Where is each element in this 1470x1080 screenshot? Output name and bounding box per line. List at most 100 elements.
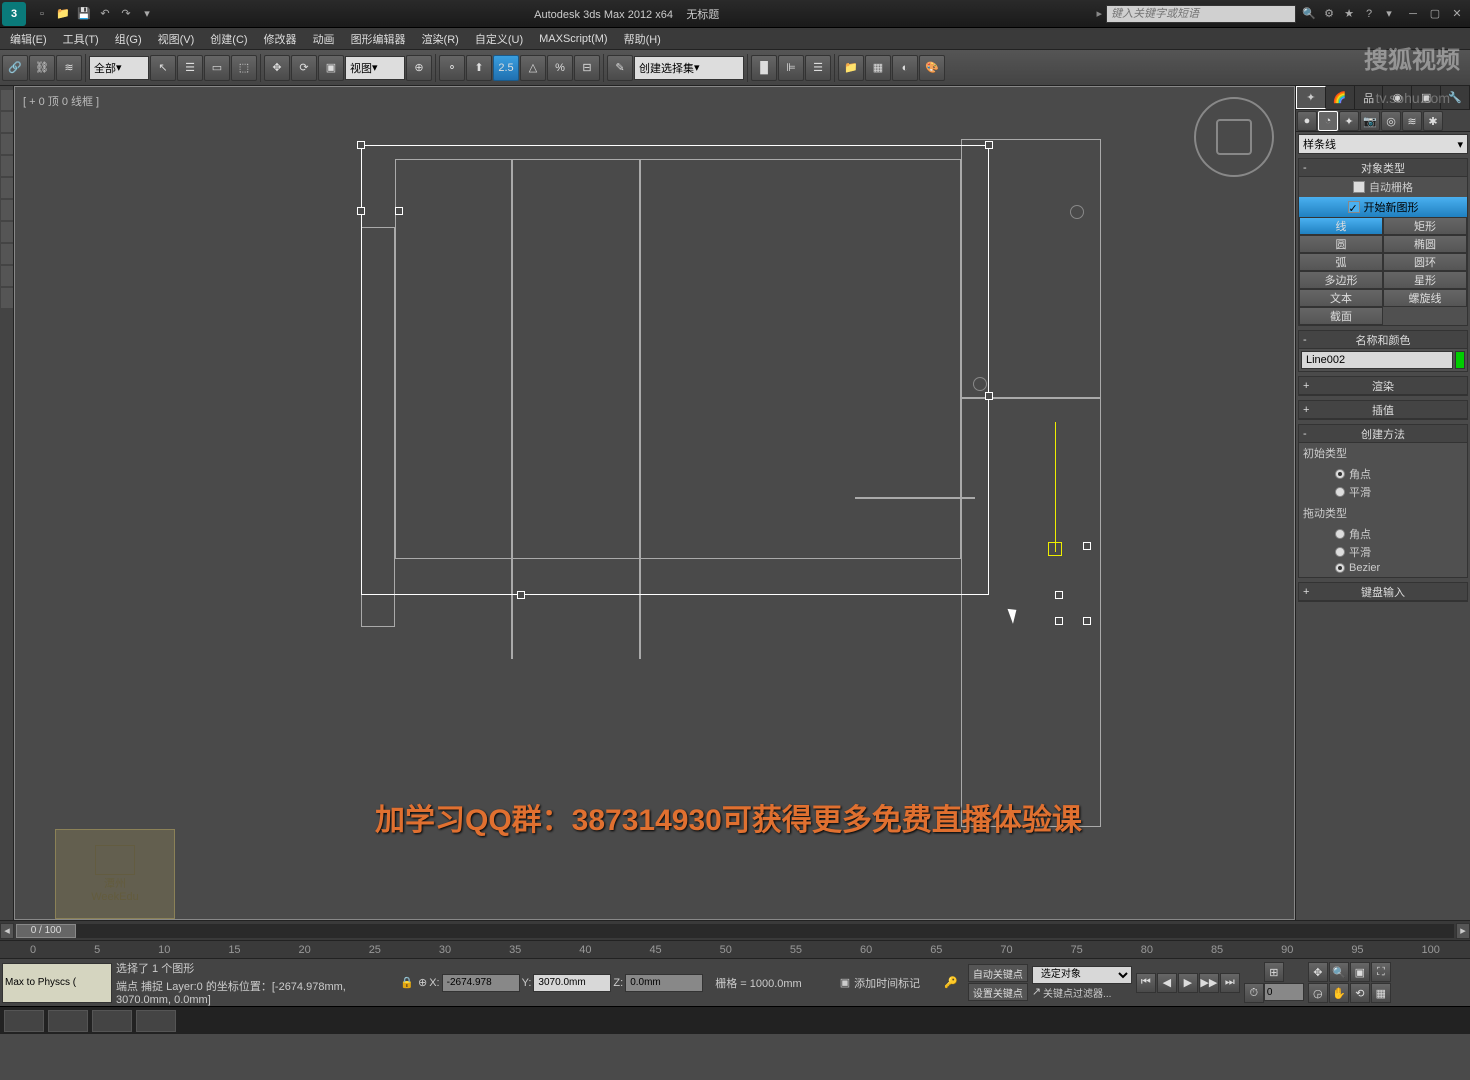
- named-sel-icon[interactable]: ✎: [607, 55, 633, 81]
- curve-editor-icon[interactable]: 📁: [838, 55, 864, 81]
- create-tab[interactable]: ✦: [1296, 86, 1326, 109]
- keyfilter-button[interactable]: 关键点过滤器...: [1043, 985, 1111, 1000]
- next-frame-icon[interactable]: ▶▶: [1199, 973, 1219, 993]
- menu-render[interactable]: 渲染(R): [414, 28, 467, 50]
- x-coord-input[interactable]: -2674.978: [442, 974, 520, 992]
- task-item[interactable]: [48, 1010, 88, 1032]
- helpers-icon[interactable]: ◎: [1381, 111, 1401, 131]
- maximize-button[interactable]: ▢: [1424, 5, 1446, 23]
- init-corner-radio[interactable]: [1335, 469, 1345, 479]
- rollout-keyboard[interactable]: +键盘输入: [1299, 583, 1467, 601]
- slider-left-button[interactable]: ◂: [0, 923, 14, 939]
- spinner-snap-icon[interactable]: ⊟: [574, 55, 600, 81]
- sel-handle[interactable]: [1083, 542, 1091, 550]
- select-rect-icon[interactable]: ▭: [204, 55, 230, 81]
- layers-icon[interactable]: ☰: [805, 55, 831, 81]
- frame-input[interactable]: [1264, 983, 1304, 1001]
- maximize-vp-icon[interactable]: ▦: [1371, 983, 1391, 1003]
- drag-corner-radio[interactable]: [1335, 529, 1345, 539]
- geometry-icon[interactable]: ●: [1297, 111, 1317, 131]
- sel-handle[interactable]: [395, 207, 403, 215]
- keyfilter-icon[interactable]: ↗: [1032, 985, 1041, 1000]
- timeconfig-icon[interactable]: ⏱: [1244, 983, 1264, 1003]
- rollout-createmethod[interactable]: -创建方法: [1299, 425, 1467, 443]
- qat-save-icon[interactable]: 💾: [74, 4, 94, 24]
- goto-end-icon[interactable]: ⏭: [1220, 973, 1240, 993]
- bind-icon[interactable]: ≋: [56, 55, 82, 81]
- rollout-objtype[interactable]: -对象类型: [1299, 159, 1467, 177]
- utilities-tab[interactable]: 🔧: [1441, 86, 1470, 109]
- object-name-input[interactable]: [1301, 351, 1453, 369]
- keymode-icon[interactable]: ⬆: [466, 55, 492, 81]
- object-color-swatch[interactable]: [1455, 351, 1465, 369]
- menu-create[interactable]: 创建(C): [202, 28, 255, 50]
- systems-icon[interactable]: ✱: [1423, 111, 1443, 131]
- autogrid-checkbox[interactable]: [1353, 181, 1365, 193]
- lights-icon[interactable]: ✦: [1339, 111, 1359, 131]
- qat-redo-icon[interactable]: ↷: [116, 4, 136, 24]
- scale-icon[interactable]: ▣: [318, 55, 344, 81]
- goto-start-icon[interactable]: ⏮: [1136, 973, 1156, 993]
- setkey-button[interactable]: 设置关键点: [968, 983, 1028, 1001]
- viewport[interactable]: [ + 0 顶 0 线框 ] 潭州 WeekEdu: [14, 86, 1295, 920]
- menu-tools[interactable]: 工具(T): [55, 28, 107, 50]
- app-icon[interactable]: 3: [2, 2, 26, 26]
- orbit-icon[interactable]: ⟲: [1350, 983, 1370, 1003]
- task-item[interactable]: [92, 1010, 132, 1032]
- obj-donut-button[interactable]: 圆环: [1383, 253, 1467, 271]
- select-window-icon[interactable]: ⬚: [231, 55, 257, 81]
- obj-section-button[interactable]: 截面: [1299, 307, 1383, 325]
- mirror-icon[interactable]: ▐▌: [751, 55, 777, 81]
- community-icon[interactable]: ⚙: [1320, 5, 1338, 23]
- obj-arc-button[interactable]: 弧: [1299, 253, 1383, 271]
- keytoggle-icon[interactable]: ⊞: [1264, 962, 1284, 982]
- motion-tab[interactable]: ◉: [1383, 86, 1412, 109]
- qat-new-icon[interactable]: ▫: [32, 4, 52, 24]
- obj-star-button[interactable]: 星形: [1383, 271, 1467, 289]
- obj-ellipse-button[interactable]: 椭圆: [1383, 235, 1467, 253]
- menu-help[interactable]: 帮助(H): [616, 28, 669, 50]
- drag-smooth-radio[interactable]: [1335, 547, 1345, 557]
- shapes-icon[interactable]: ◔: [1318, 111, 1338, 131]
- menu-edit[interactable]: 编辑(E): [2, 28, 55, 50]
- rollout-namecolor[interactable]: -名称和颜色: [1299, 331, 1467, 349]
- selection-filter-dropdown[interactable]: 全部 ▾: [89, 56, 149, 80]
- task-item[interactable]: [4, 1010, 44, 1032]
- material-icon[interactable]: ◐: [892, 55, 918, 81]
- lock-icon[interactable]: 🔒: [400, 976, 414, 990]
- y-coord-input[interactable]: 3070.0mm: [533, 974, 611, 992]
- qat-open-icon[interactable]: 📁: [53, 4, 73, 24]
- slider-right-button[interactable]: ▸: [1456, 923, 1470, 939]
- ref-coord-dropdown[interactable]: 视图 ▾: [345, 56, 405, 80]
- pan2-icon[interactable]: ✋: [1329, 983, 1349, 1003]
- menu-modifiers[interactable]: 修改器: [256, 28, 305, 50]
- unlink-icon[interactable]: ⛓: [29, 55, 55, 81]
- sel-handle[interactable]: [1055, 617, 1063, 625]
- sel-handle[interactable]: [357, 207, 365, 215]
- pan-icon[interactable]: ✥: [1308, 962, 1328, 982]
- shape-category-dropdown[interactable]: 样条线▾: [1298, 134, 1468, 154]
- hierarchy-tab[interactable]: 品: [1355, 86, 1384, 109]
- sel-handle[interactable]: [985, 141, 993, 149]
- display-tab[interactable]: ▣: [1412, 86, 1441, 109]
- obj-line-button[interactable]: 线: [1299, 217, 1383, 235]
- favorites-icon[interactable]: ★: [1340, 5, 1358, 23]
- render-setup-icon[interactable]: 🎨: [919, 55, 945, 81]
- rotate-icon[interactable]: ⟳: [291, 55, 317, 81]
- menu-maxscript[interactable]: MAXScript(M): [531, 30, 615, 48]
- obj-ngon-button[interactable]: 多边形: [1299, 271, 1383, 289]
- named-selection-dropdown[interactable]: 创建选择集 ▾: [634, 56, 744, 80]
- select-icon[interactable]: ↖: [150, 55, 176, 81]
- sel-handle[interactable]: [517, 591, 525, 599]
- sel-handle[interactable]: [985, 392, 993, 400]
- qat-undo-icon[interactable]: ↶: [95, 4, 115, 24]
- zoom-icon[interactable]: 🔍: [1329, 962, 1349, 982]
- obj-rect-button[interactable]: 矩形: [1383, 217, 1467, 235]
- fov-icon[interactable]: ◶: [1308, 983, 1328, 1003]
- menu-group[interactable]: 组(G): [107, 28, 150, 50]
- binoculars-icon[interactable]: 🔍: [1300, 5, 1318, 23]
- snap-toggle-button[interactable]: 2.5: [493, 55, 519, 81]
- task-item[interactable]: [136, 1010, 176, 1032]
- startnew-checkbox[interactable]: ✓: [1348, 201, 1360, 213]
- prev-frame-icon[interactable]: ◀: [1157, 973, 1177, 993]
